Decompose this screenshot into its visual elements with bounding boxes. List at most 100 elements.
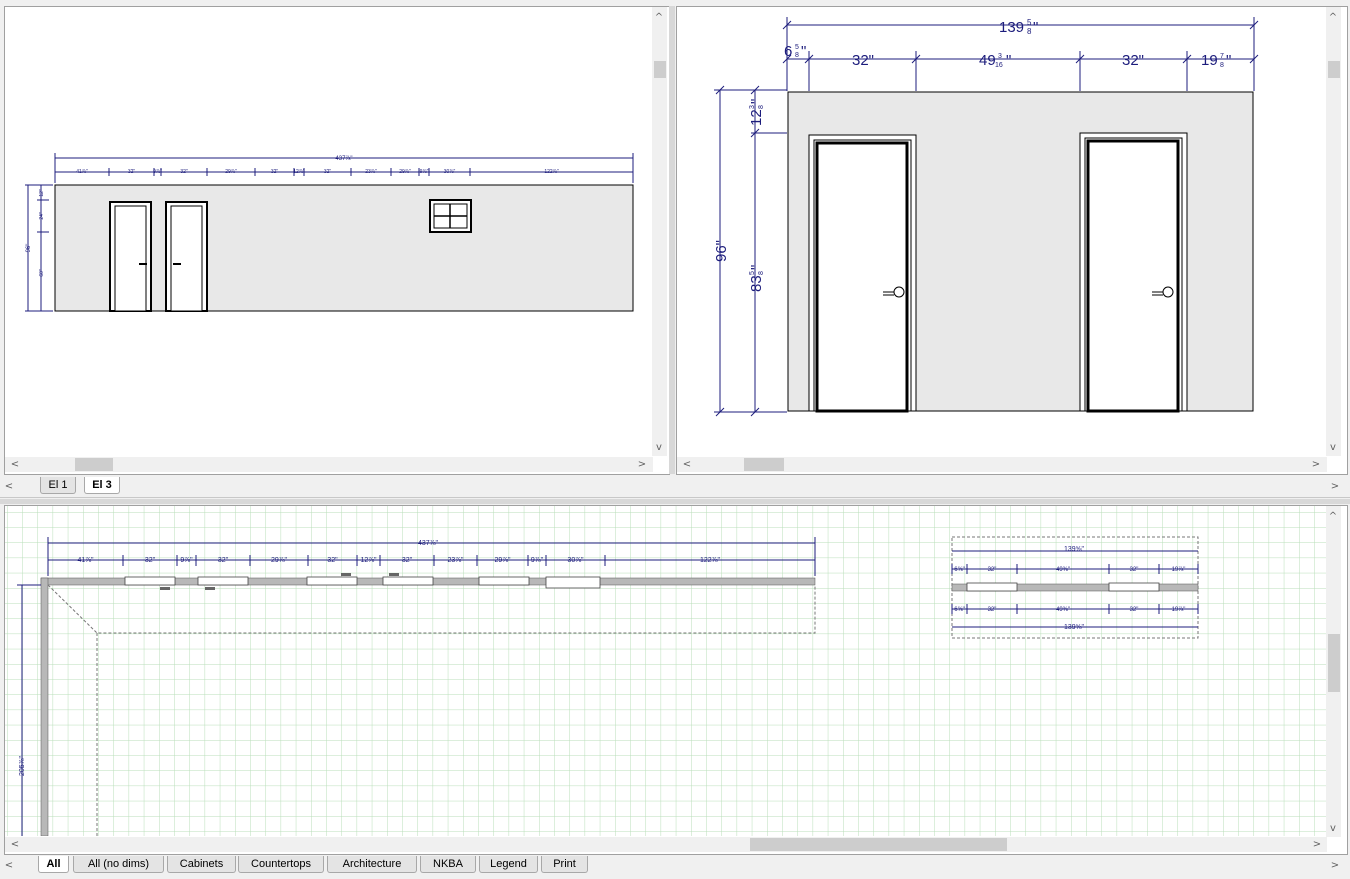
tab-scroll-right-icon[interactable]: > [1328,482,1342,492]
el1-hscroll-thumb[interactable] [75,458,113,471]
dimension-label: 9⅞" [153,169,162,175]
svg-text:8: 8 [1027,27,1032,36]
svg-text:83: 83 [748,275,765,292]
dimension-label: 122⅞" [700,557,721,564]
el3-vertical-scrollbar[interactable]: ^ v [1326,7,1341,456]
svg-text:49: 49 [979,52,996,69]
svg-text:5: 5 [749,271,756,275]
el3-overall-dim: 139 [999,19,1024,36]
tab-scroll-right-icon[interactable]: > [1328,861,1342,871]
dimension-label: 9⅞" [420,169,429,175]
svg-text:": " [748,99,765,104]
dimension-label: 32" [324,169,332,175]
plan-left-dim: 205⅞" [19,755,26,776]
tab-legend[interactable]: Legend [479,856,538,873]
tab-countertops[interactable]: Countertops [238,856,324,873]
svg-text:8: 8 [758,105,765,109]
scroll-left-icon[interactable]: < [680,460,694,470]
dimension-label: 12⅞" [293,169,305,175]
dimension-label: 12⅞" [360,557,377,564]
dimension-label: 32" [327,557,338,564]
dimension-label: 30⅞" [444,169,456,175]
svg-text:8: 8 [758,271,765,275]
layer-tab-bar: < All All (no dims) Cabinets Countertops… [0,856,1350,876]
elevation-3-pane[interactable]: 139 5 8 " 6 5 8 " 32" 49 3 16 " 32" 19 7… [676,6,1348,475]
dimension-label: 32" [128,169,136,175]
el3-height-total: 96" [713,240,730,262]
dimension-label: 29⅞" [494,557,511,564]
scroll-left-icon[interactable]: < [8,840,22,850]
scroll-down-icon[interactable]: v [1326,824,1340,834]
el1-vscroll-thumb[interactable] [654,61,666,78]
svg-text:7: 7 [1220,53,1224,60]
plan-hscroll-thumb[interactable] [750,838,1007,851]
dimension-label: 9⅞" [180,557,193,564]
svg-text:3: 3 [749,105,756,109]
svg-text:": " [1033,19,1038,36]
scroll-up-icon[interactable]: ^ [1326,13,1340,23]
svg-text:8: 8 [795,52,799,59]
svg-text:8: 8 [1220,62,1224,69]
tab-scroll-left-icon[interactable]: < [2,482,16,492]
plan-vertical-scrollbar[interactable]: ^ v [1326,506,1341,837]
el1-height-total: 96" [26,244,32,253]
dimension-label: 32" [988,567,997,573]
el3-horizontal-scrollbar[interactable]: < > [677,457,1327,472]
dimension-label: 29⅞" [399,169,411,175]
scroll-right-icon[interactable]: > [1309,460,1323,470]
tab-all[interactable]: All [38,856,69,873]
dimension-label: 29⅞" [225,169,237,175]
plan-vscroll-thumb[interactable] [1328,634,1340,692]
dimension-label: 32" [1130,567,1139,573]
svg-text:24": 24" [39,212,45,220]
el3-vscroll-thumb[interactable] [1328,61,1340,78]
el1-vertical-scrollbar[interactable]: ^ v [652,7,667,456]
dimension-label: 32" [1130,607,1139,613]
tab-nkba[interactable]: NKBA [420,856,476,873]
wall-left [40,577,49,836]
svg-text:3: 3 [998,53,1002,60]
el1-overall-dim: 437⅞" [335,156,352,162]
scroll-right-icon[interactable]: > [635,460,649,470]
dimension-label: 30⅞" [567,557,584,564]
el1-horizontal-scrollbar[interactable]: < > [5,457,653,472]
tab-architecture[interactable]: Architecture [327,856,417,873]
scroll-down-icon[interactable]: v [652,443,666,453]
dimension-label: 19⅞" [1172,607,1186,613]
dimension-label: 32" [145,557,156,564]
scroll-right-icon[interactable]: > [1310,840,1324,850]
dimension-label: 49⅜" [1056,607,1070,613]
svg-text:16: 16 [995,62,1003,69]
scroll-left-icon[interactable]: < [8,460,22,470]
horizontal-splitter[interactable] [0,499,1350,504]
scroll-down-icon[interactable]: v [1326,443,1340,453]
tab-el-3[interactable]: El 3 [84,477,120,494]
scroll-up-icon[interactable]: ^ [1326,512,1340,522]
svg-text:139⅝": 139⅝" [1064,546,1085,553]
tab-scroll-left-icon[interactable]: < [2,861,16,871]
tab-el-1[interactable]: El 1 [40,477,76,494]
dimension-label: 23⅞" [365,169,377,175]
elevation-tab-bar: < El 1 El 3 > [0,477,1350,498]
plan-horizontal-scrollbar[interactable]: < > [5,837,1327,852]
dimension-label: 32" [180,169,188,175]
svg-text:19: 19 [1201,52,1218,69]
svg-text:12": 12" [39,189,45,197]
dimension-label: 6⅝" [954,607,964,613]
svg-text:6: 6 [784,43,792,60]
el3-hscroll-thumb[interactable] [744,458,784,471]
scroll-up-icon[interactable]: ^ [652,13,666,23]
dimension-label: 9⅞" [531,557,544,564]
floor-plan-pane[interactable]: 437⅞" 41⅞" 32" 9⅞" 32" 29⅞" 32" 12⅞" 32" 23⅞" 29⅞… [4,505,1348,855]
floor-plan-drawing: 437⅞" 41⅞" 32" 9⅞" 32" 29⅞" 32" 12⅞" 32" 23⅞" 29⅞… [5,506,1327,836]
svg-text:": " [801,43,806,60]
elevation-1-drawing: 437⅞" 41⅞" 32" 9⅞" 32" 29⅞" 32" 12⅞" 32" 23⅞" 29⅞… [25,153,634,312]
vertical-splitter[interactable] [669,6,675,474]
tab-print[interactable]: Print [541,856,588,873]
tab-cabinets[interactable]: Cabinets [167,856,236,873]
elevation-1-pane[interactable]: 437⅞" 41⅞" 32" 9⅞" 32" 29⅞" 32" 12⅞" 32" 23⅞" 29⅞… [4,6,670,475]
svg-text:": " [748,265,765,270]
svg-text:60": 60" [39,269,45,277]
svg-text:5: 5 [1027,18,1032,27]
tab-all-no-dims[interactable]: All (no dims) [73,856,164,873]
